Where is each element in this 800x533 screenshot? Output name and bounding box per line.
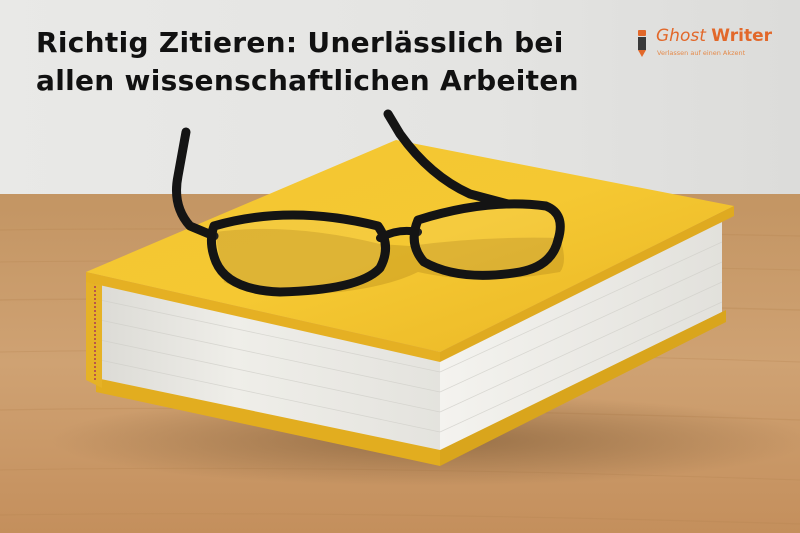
headline: Richtig Zitieren: Unerlässlich bei allen… [36,24,636,100]
logo-tagline: Verlassen auf einen Akzent [657,49,746,57]
ghostwriter-logo: Ghost Writer Verlassen auf einen Akzent [630,26,780,64]
pencil-icon [638,30,646,57]
glasses-right-lens [409,199,565,280]
headline-line-2: allen wissenschaftlichen Arbeiten [36,64,579,97]
logo-name-ghost: Ghost [656,26,706,46]
logo-name-writer: Writer [711,26,772,46]
glasses-left-lens [206,210,390,297]
logo-name: Ghost Writer [656,26,772,46]
headline-line-1: Richtig Zitieren: Unerlässlich bei [36,26,564,59]
